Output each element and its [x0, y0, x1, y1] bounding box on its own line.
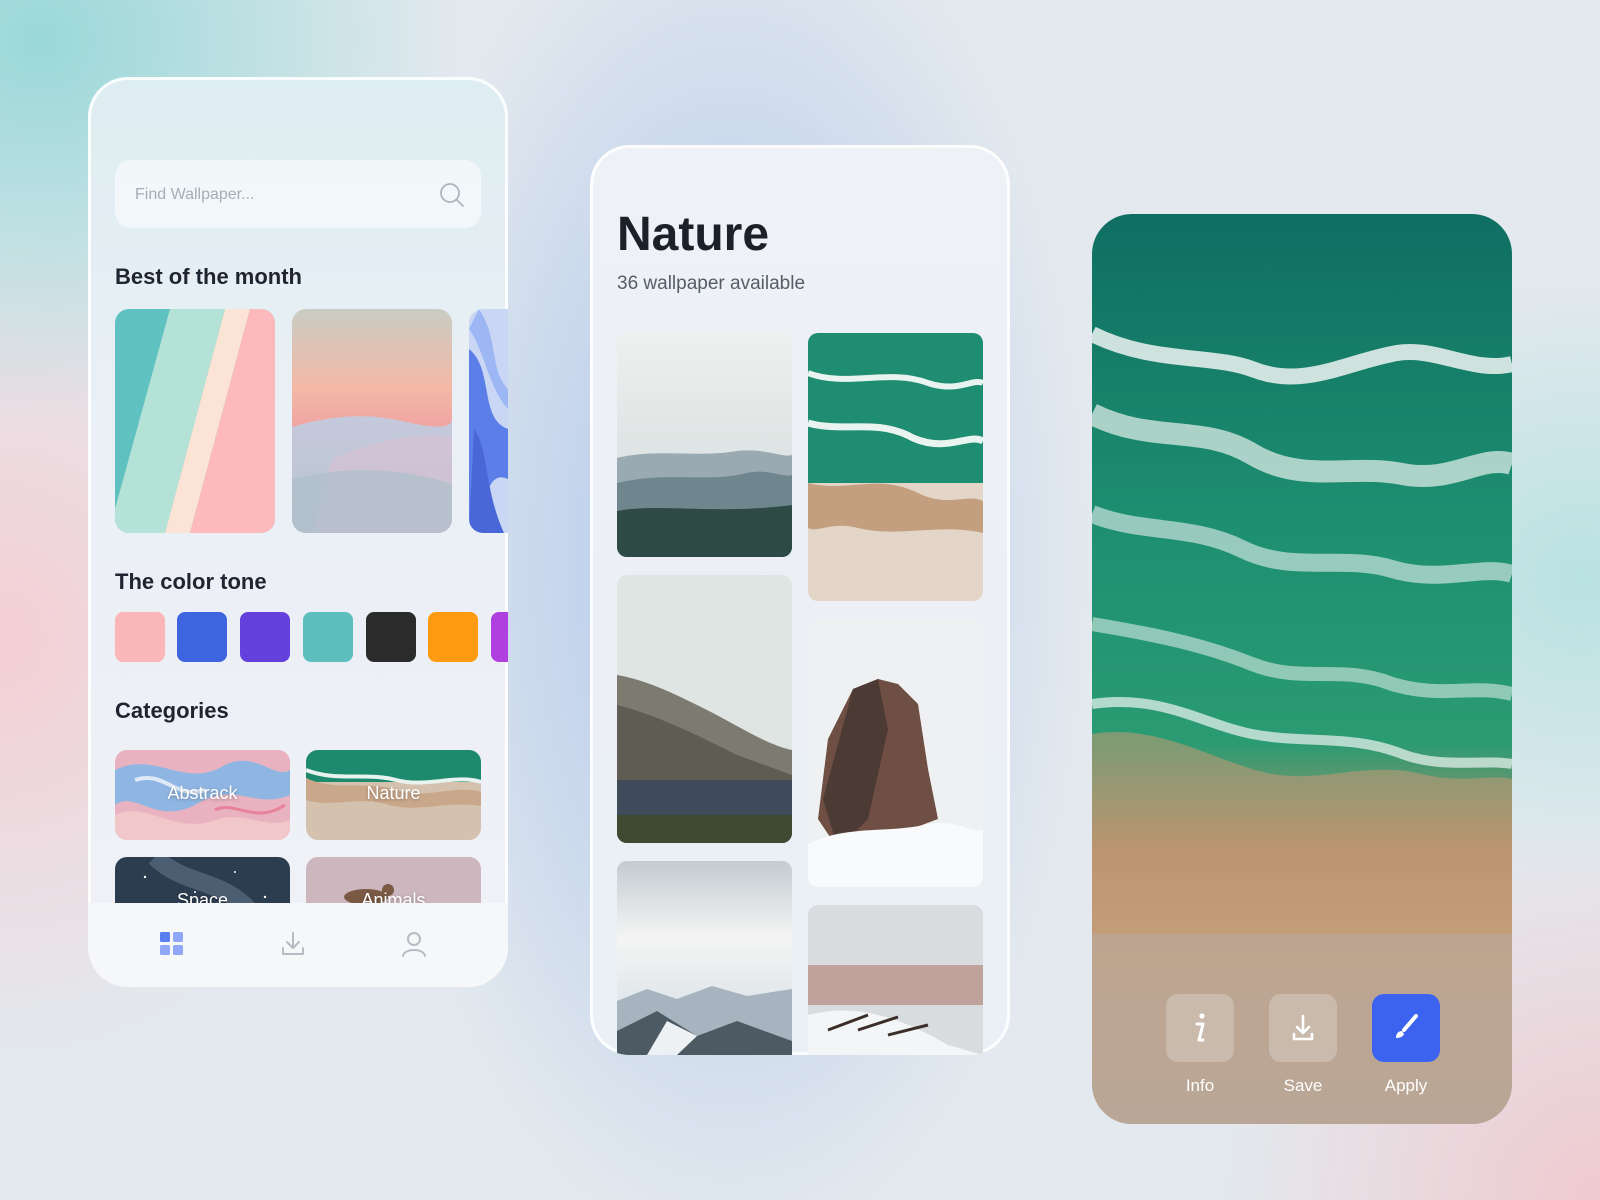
wallpaper-tile-mountains[interactable]	[617, 333, 792, 557]
color-swatch-purple[interactable]	[240, 612, 290, 662]
download-icon[interactable]	[279, 930, 307, 958]
wallpaper-tile-cliff[interactable]	[808, 619, 983, 887]
wallpaper-tile-ocean-beach[interactable]	[808, 333, 983, 601]
best-of-month-heading: Best of the month	[115, 264, 302, 289]
info-button[interactable]	[1166, 994, 1234, 1062]
apply-button[interactable]	[1372, 994, 1440, 1062]
bottom-navigation	[88, 903, 508, 987]
info-label: Info	[1185, 1076, 1215, 1095]
wallpaper-preview-screen: Info Save Apply	[1092, 214, 1512, 1124]
brush-icon	[1396, 1014, 1418, 1038]
wallpaper-preview-image	[1092, 214, 1512, 1124]
color-swatch-black[interactable]	[366, 612, 416, 662]
grid-icon[interactable]	[158, 930, 186, 958]
search-bar[interactable]	[115, 160, 481, 230]
search-input[interactable]	[133, 160, 417, 230]
category-label: Nature	[366, 783, 421, 803]
wallpaper-tile-snow-peaks[interactable]	[617, 861, 792, 1055]
category-nature[interactable]: Nature	[306, 750, 481, 840]
profile-icon[interactable]	[400, 930, 428, 958]
download-icon	[1292, 1014, 1314, 1041]
category-label: Abstrack	[167, 783, 238, 803]
color-swatch-teal[interactable]	[303, 612, 353, 662]
info-icon	[1195, 1013, 1205, 1042]
wallpaper-tile-snowy-branch[interactable]	[808, 905, 983, 1055]
page-title: Nature	[617, 208, 770, 261]
color-tone-heading: The color tone	[115, 569, 267, 594]
search-icon[interactable]	[439, 182, 465, 208]
color-swatch-blue[interactable]	[177, 612, 227, 662]
save-label: Save	[1283, 1076, 1323, 1095]
color-swatch-pink[interactable]	[115, 612, 165, 662]
color-swatch-violet[interactable]	[491, 612, 508, 662]
color-swatch-orange[interactable]	[428, 612, 478, 662]
categories-heading: Categories	[115, 698, 229, 723]
apply-label: Apply	[1384, 1076, 1428, 1095]
best-wallpaper-3[interactable]	[469, 309, 508, 533]
category-abstrack[interactable]: Abstrack	[115, 750, 290, 840]
wallpaper-count: 36 wallpaper available	[617, 273, 806, 294]
best-wallpaper-1[interactable]	[115, 309, 275, 533]
save-button[interactable]	[1269, 994, 1337, 1062]
best-wallpaper-2[interactable]	[292, 309, 452, 533]
category-screen: Nature 36 wallpaper available	[590, 145, 1010, 1055]
home-screen: Best of the month	[88, 77, 508, 987]
wallpaper-tile-valley-lake[interactable]	[617, 575, 792, 843]
